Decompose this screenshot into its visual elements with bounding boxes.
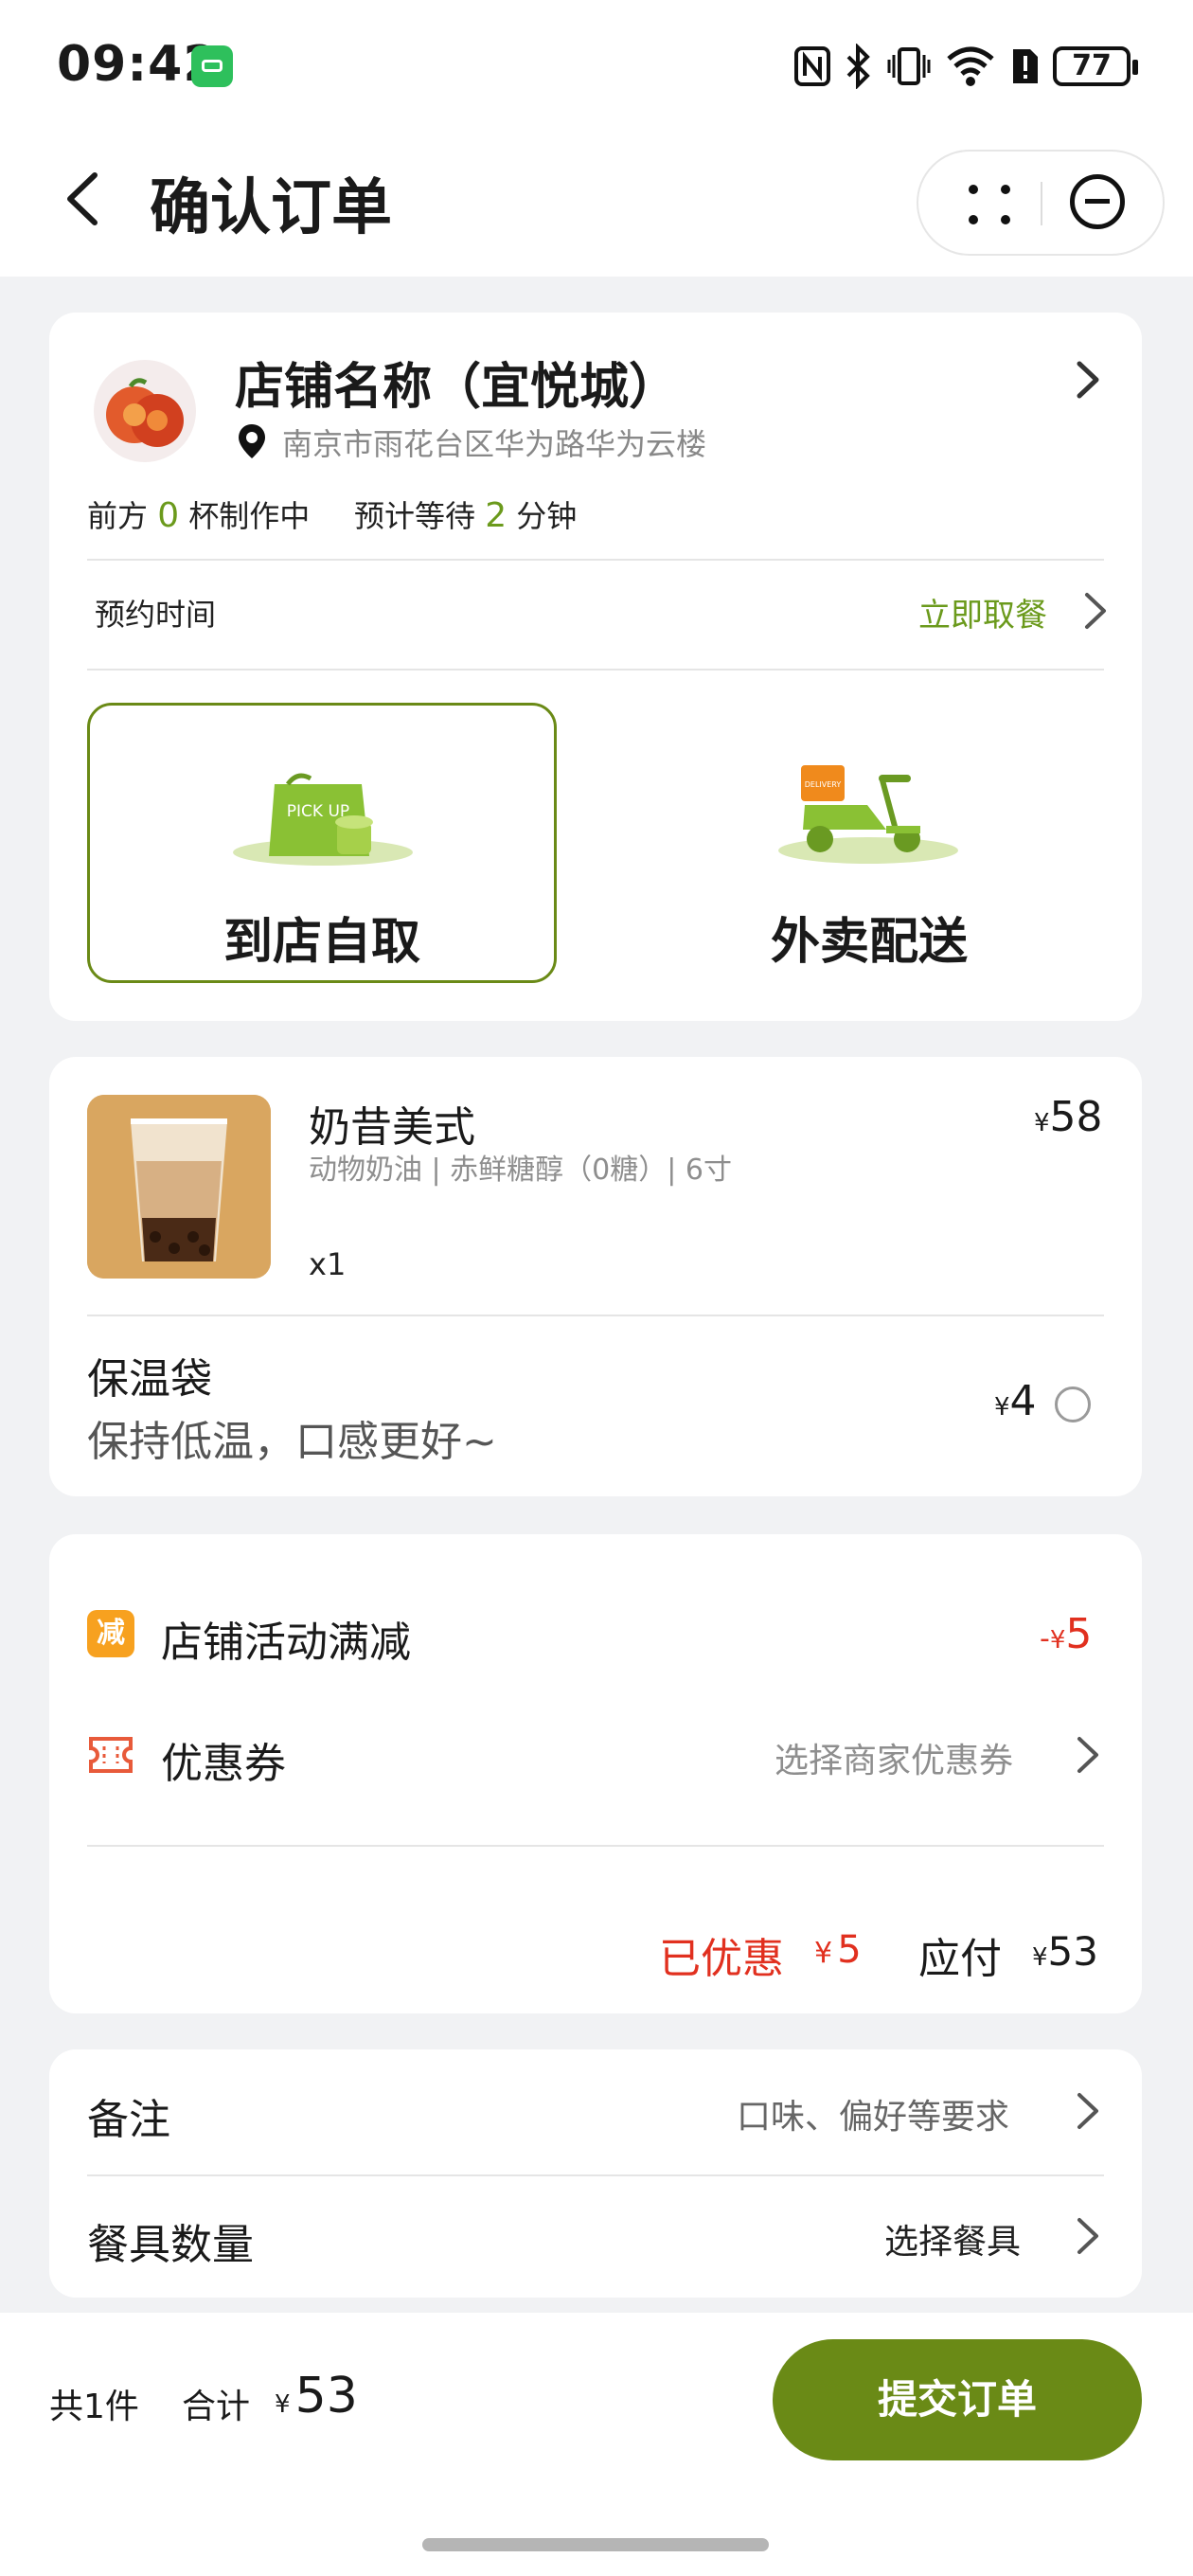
reserve-time-value[interactable]: 立即取餐 xyxy=(918,589,1047,635)
promo-currency: ¥ xyxy=(1049,1626,1066,1655)
bluetooth-icon xyxy=(846,44,870,89)
product-price-value: 58 xyxy=(1049,1093,1103,1141)
queue-status: 前方 0 杯制作中 xyxy=(87,492,310,536)
saved-currency: ¥ xyxy=(814,1937,833,1970)
promo-prefix: - xyxy=(1040,1622,1050,1655)
queue-count: 0 xyxy=(157,496,180,535)
store-divider-2 xyxy=(87,669,1104,671)
payable-currency: ¥ xyxy=(1032,1943,1048,1972)
saved-value: 5 xyxy=(837,1928,862,1972)
close-miniapp-icon[interactable] xyxy=(1070,174,1125,229)
back-arrow-icon[interactable] xyxy=(57,166,114,232)
delivery-art-text: DELIVERY xyxy=(805,780,842,789)
product-specs: 动物奶油 | 赤鲜糖醇（0糖）| 6寸 xyxy=(309,1154,732,1187)
cutlery-select[interactable]: 选择餐具 xyxy=(884,2214,1021,2263)
product-price-currency: ¥ xyxy=(1034,1109,1050,1137)
payable-label: 应付 xyxy=(918,1935,1002,1983)
wait-minutes: 2 xyxy=(485,496,507,535)
wait-suffix: 分钟 xyxy=(516,498,578,534)
promo-badge-text: 减 xyxy=(97,1617,125,1650)
total-value: 53 xyxy=(294,2368,358,2424)
addon-price-value: 4 xyxy=(1009,1377,1037,1425)
promo-amount: -¥5 xyxy=(1040,1610,1092,1658)
promo-label: 店铺活动满减 xyxy=(161,1619,411,1667)
product-divider xyxy=(87,1315,1104,1316)
queue-suffix: 杯制作中 xyxy=(188,498,311,534)
page-title: 确认订单 xyxy=(150,173,392,243)
store-divider-1 xyxy=(87,559,1104,561)
tab-delivery-label[interactable]: 外卖配送 xyxy=(771,902,968,973)
extras-divider xyxy=(87,2174,1104,2176)
promo-value: 5 xyxy=(1065,1610,1093,1658)
payable-value: 53 xyxy=(1047,1928,1098,1975)
capsule-divider xyxy=(1041,182,1042,225)
product-price: ¥58 xyxy=(1034,1093,1103,1141)
cutlery-chevron-right-icon[interactable] xyxy=(1068,2212,1106,2260)
note-label: 备注 xyxy=(87,2096,170,2144)
home-indicator[interactable] xyxy=(422,2538,769,2551)
addon-price: ¥4 xyxy=(994,1377,1037,1425)
saved-amount: ¥ 5 xyxy=(814,1928,862,1972)
wait-status: 预计等待 2 分钟 xyxy=(354,492,577,536)
addon-checkbox[interactable] xyxy=(1055,1386,1091,1422)
store-logo xyxy=(94,360,196,462)
coupon-ticket-icon xyxy=(89,1737,133,1773)
coupon-label: 优惠券 xyxy=(161,1740,286,1788)
queue-prefix: 前方 xyxy=(87,498,149,534)
coupon-chevron-right-icon[interactable] xyxy=(1068,1731,1106,1779)
location-pin-icon xyxy=(239,424,265,458)
battery-indicator: 77 xyxy=(1053,46,1138,86)
pickup-bag-icon: PICK UP xyxy=(233,773,413,866)
product-drink-image xyxy=(87,1095,271,1279)
reserve-time-label: 预约时间 xyxy=(95,597,217,633)
saved-label: 已优惠 xyxy=(659,1935,784,1983)
tab-pickup-label: 到店自取 xyxy=(223,914,421,971)
addon-description: 保持低温，口感更好~ xyxy=(87,1418,497,1466)
item-count: 共1件 xyxy=(49,2388,139,2426)
product-image xyxy=(87,1095,271,1279)
chat-notification-icon xyxy=(191,45,233,87)
alert-sim-icon xyxy=(1013,49,1038,83)
vibrate-icon xyxy=(887,47,931,85)
promo-badge-icon: 减 xyxy=(87,1610,134,1657)
product-name: 奶昔美式 xyxy=(309,1103,475,1152)
store-name[interactable]: 店铺名称（宜悦城） xyxy=(235,347,678,418)
note-input[interactable]: 口味、偏好等要求 xyxy=(737,2089,1009,2138)
total-amount: ¥ 53 xyxy=(275,2368,358,2424)
delivery-scooter-icon: DELIVERY xyxy=(778,765,958,864)
coupon-select[interactable]: 选择商家优惠券 xyxy=(775,1733,1013,1782)
addon-name: 保温袋 xyxy=(87,1355,212,1404)
more-menu-icon[interactable] xyxy=(962,178,1019,235)
payable-amount: ¥53 xyxy=(1032,1928,1098,1975)
reserve-chevron-right-icon[interactable] xyxy=(1076,587,1113,635)
nfc-icon xyxy=(794,46,830,86)
status-icons: 77 xyxy=(793,38,1138,95)
discount-divider xyxy=(87,1845,1104,1847)
wait-prefix: 预计等待 xyxy=(354,498,476,534)
addon-price-currency: ¥ xyxy=(994,1393,1010,1422)
cutlery-label: 餐具数量 xyxy=(87,2221,254,2269)
store-chevron-right-icon[interactable] xyxy=(1068,356,1106,403)
product-quantity: x1 xyxy=(309,1246,347,1282)
store-address: 南京市雨花台区华为路华为云楼 xyxy=(282,426,707,462)
total-label: 合计 xyxy=(182,2388,251,2426)
submit-order-button[interactable]: 提交订单 xyxy=(773,2339,1142,2460)
note-chevron-right-icon[interactable] xyxy=(1068,2087,1106,2135)
total-currency: ¥ xyxy=(275,2390,291,2419)
wifi-icon xyxy=(947,46,994,86)
